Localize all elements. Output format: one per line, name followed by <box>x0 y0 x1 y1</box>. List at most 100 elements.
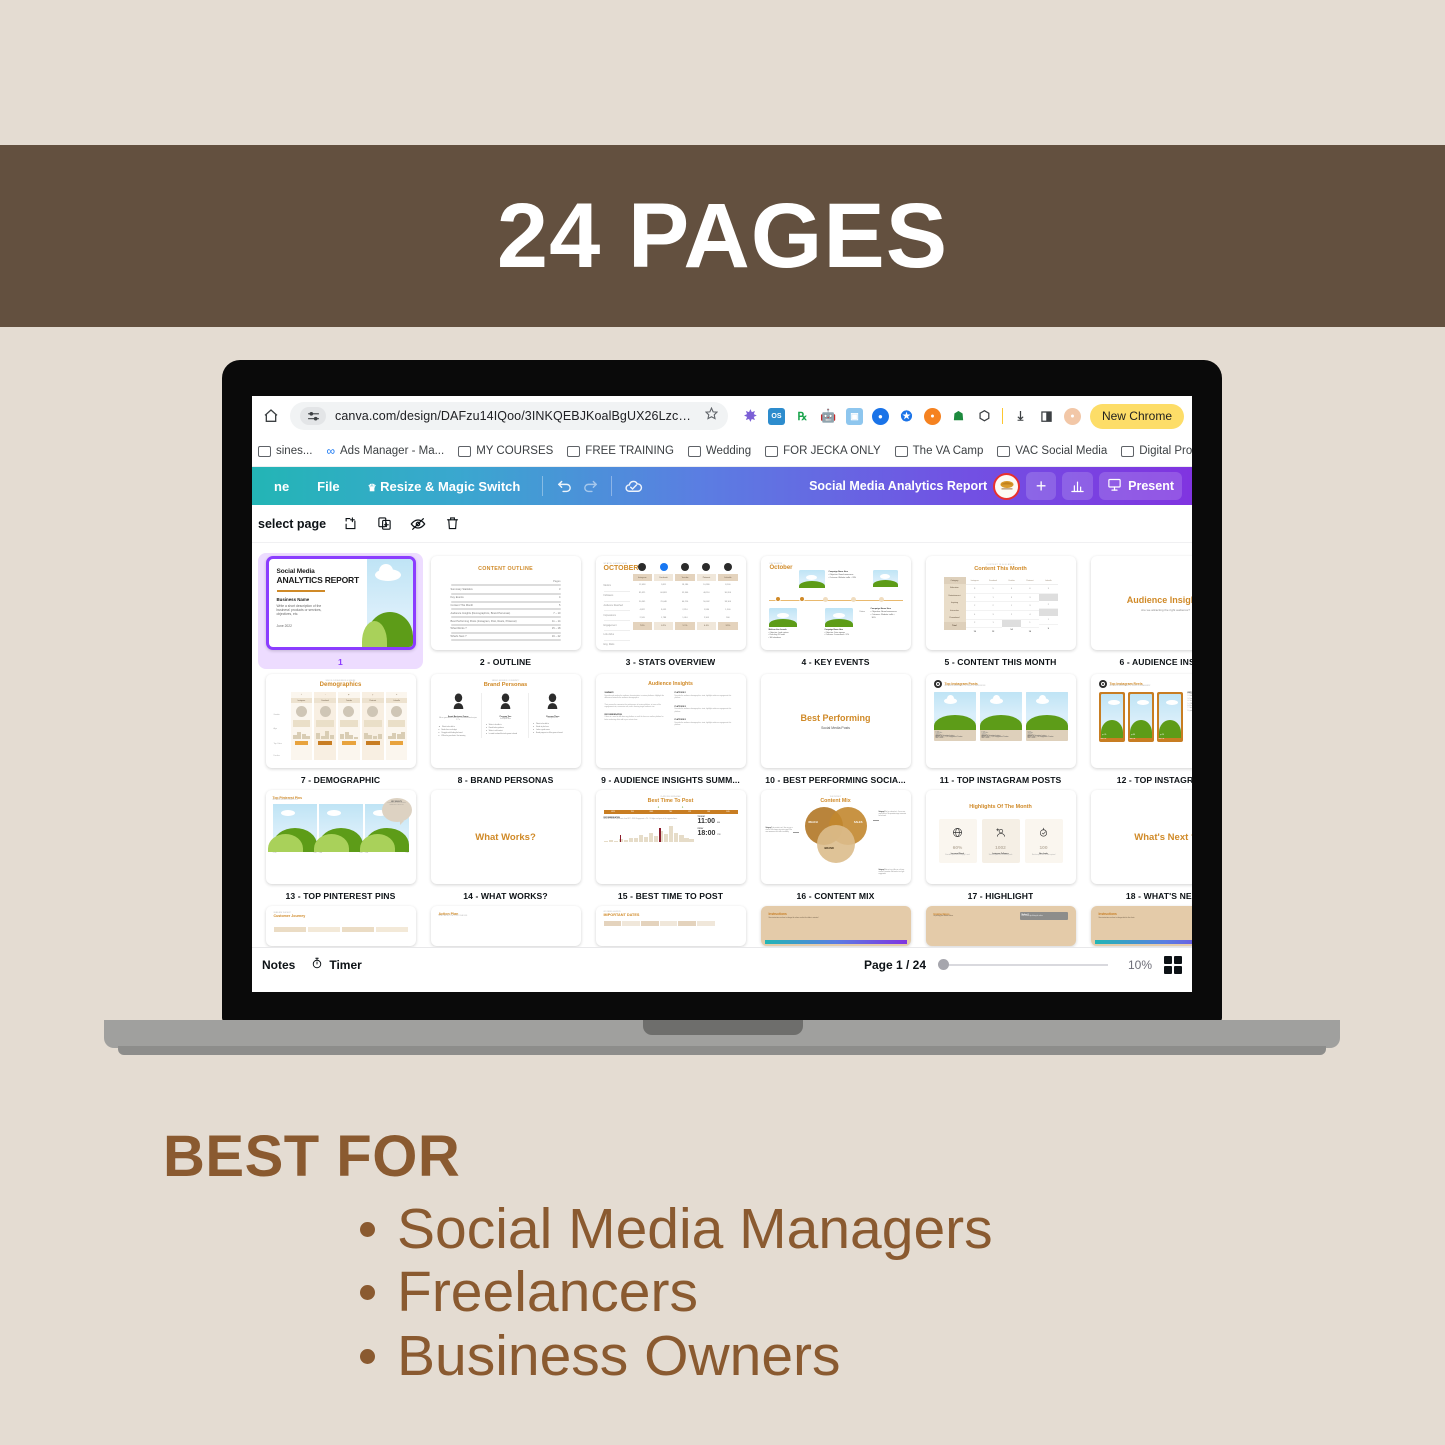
extension-gear-blue-icon[interactable]: ✪ <box>898 408 915 425</box>
page-thumbnail-24[interactable]: Instructions View instructions on how to… <box>1083 903 1192 946</box>
page-thumbnail-1[interactable]: Social Media ANALYTICS REPORT Business N… <box>258 553 423 669</box>
undo-icon[interactable] <box>551 473 577 499</box>
page-thumbnail-4[interactable]: KEY EVENTS October Campaign Name Here • O… <box>753 553 918 669</box>
stat-1: 60% <box>952 846 963 851</box>
bookmark-item[interactable]: sines... <box>258 445 312 457</box>
extension-blue-circle-icon[interactable]: ● <box>871 407 889 425</box>
page-thumbnail-12[interactable]: Top Instagram Reels BEST PERFORMING REEL… <box>1083 671 1192 785</box>
timer-button[interactable]: Timer <box>311 957 362 972</box>
hide-page-icon[interactable] <box>408 514 428 534</box>
bookmark-item-free-training[interactable]: FREE TRAINING <box>567 445 674 457</box>
page-thumbnail-22[interactable]: Instructions View instructions on how to… <box>753 903 918 946</box>
select-page-label[interactable]: select page <box>258 517 326 531</box>
page-thumb-art: WHAT ARE THE NEXT Customer Journey <box>265 906 416 946</box>
page-thumbnail-10[interactable]: Best Performing Social Media Posts 10 - … <box>753 671 918 785</box>
canva-resize-magic-switch[interactable]: ♛ Resize & Magic Switch <box>354 479 535 494</box>
insights-chart-icon[interactable] <box>1062 472 1094 500</box>
grid-view-icon[interactable] <box>1164 955 1182 974</box>
page-thumbnail-9[interactable]: Audience Insights SUMMARY Describe and a… <box>588 671 753 785</box>
content-title: Content This Month <box>974 566 1027 572</box>
page-thumb-label: 5 - CONTENT THIS MONTH <box>944 657 1057 667</box>
add-page-icon[interactable] <box>340 514 360 534</box>
page-thumbnail-21[interactable]: KEY DATES & EVENTS IMPORTANT DATES <box>588 903 753 946</box>
page-thumbnail-5[interactable]: CONTENT IN A GLANCE Content This Month C… <box>918 553 1083 669</box>
bullet-dot-icon <box>360 1285 375 1301</box>
page-thumbnail-2[interactable]: CONTENT OUTLINE Pages Summary Statistics… <box>423 553 588 669</box>
cloud-saved-icon[interactable] <box>620 473 646 499</box>
page-thumbnail-7[interactable]: WHO IS OUR AUDIENCE & WHERE Demographics… <box>258 671 423 785</box>
bookmark-item-digital-products[interactable]: Digital Products <box>1121 445 1192 457</box>
extension-puzzle-icon[interactable]: ⬡ <box>976 408 993 425</box>
page-thumbnail-19[interactable]: WHAT ARE THE NEXT Customer Journey <box>258 903 423 946</box>
side-panel-icon[interactable]: ◨ <box>1038 408 1055 425</box>
page-thumbnail-20[interactable]: Action Plan GOAL / METRICS / ACTIONS / D… <box>423 903 588 946</box>
list-item: Business Owners <box>360 1323 993 1388</box>
page-thumbnail-16[interactable]: THE PERFECT Content Mix REACH SALES BRAN… <box>753 787 918 901</box>
bookmark-star-icon[interactable] <box>704 406 719 425</box>
duplicate-page-icon[interactable] <box>374 514 394 534</box>
canva-file-menu[interactable]: File <box>303 479 353 494</box>
zoom-slider-knob[interactable] <box>938 959 949 970</box>
download-icon[interactable]: ⤓ <box>1012 408 1029 425</box>
home-icon[interactable] <box>260 405 282 427</box>
redo-icon[interactable] <box>577 473 603 499</box>
page-thumbnail-18[interactable]: What's Next ? 18 - WHAT'S NEX... <box>1083 787 1192 901</box>
page-thumbnail-14[interactable]: What Works? 14 - WHAT WORKS? <box>423 787 588 901</box>
site-settings-icon[interactable] <box>300 407 326 425</box>
new-chrome-button[interactable]: New Chrome <box>1089 403 1184 429</box>
page-thumb-art: Best Performing Social Media Posts <box>760 674 911 768</box>
avatar[interactable] <box>993 472 1021 500</box>
extension-robot-icon[interactable]: 🤖 <box>820 408 837 425</box>
folder-icon <box>765 445 779 457</box>
page-thumb-art: WHO IS OUR AUDIENCE & WHERE Demographics… <box>265 674 416 768</box>
page-thumbnail-17[interactable]: Highlights Of The Month 60% Increased Re… <box>918 787 1083 901</box>
section-title-6: Audience Insights <box>1126 594 1192 605</box>
page-thumb-art: Audience Insights SUMMARY Describe and a… <box>595 674 746 768</box>
bookmark-item-ads-manager[interactable]: ∞ Ads Manager - Ma... <box>326 444 444 458</box>
extension-rb-icon[interactable]: ℞ <box>794 408 811 425</box>
p23-sub: on picking your brand colours <box>933 916 954 917</box>
zoom-slider-track[interactable] <box>949 963 1108 966</box>
notes-button[interactable]: Notes <box>262 958 295 972</box>
timer-label: Timer <box>329 957 362 972</box>
delete-page-icon[interactable] <box>442 514 462 534</box>
zoom-percent: 10% <box>1127 957 1152 972</box>
canva-home-menu[interactable]: ne <box>260 479 303 494</box>
bookmark-label: FOR JECKA ONLY <box>783 445 881 457</box>
page-thumbnail-8[interactable]: TARGET AUDIENCE / COMMUNITY Brand Person… <box>423 671 588 785</box>
bookmarks-bar: sines... ∞ Ads Manager - Ma... MY COURSE… <box>252 436 1192 467</box>
p24-title: Instructions <box>1098 912 1117 916</box>
highlights-title: Highlights Of The Month <box>969 804 1032 810</box>
bookmark-label: Ads Manager - Ma... <box>340 445 445 457</box>
page-thumbnail-13[interactable]: Top Pinterest Pins BEST PERFORMING PINTE… <box>258 787 423 901</box>
page-thumbnail-6[interactable]: Audience Insights Are we attracting the … <box>1083 553 1192 669</box>
page-thumb-label: 16 - CONTENT MIX <box>796 891 875 901</box>
page-thumbnail-3[interactable]: STATS OVERVIEW OCTOBER Metrics Followers… <box>588 553 753 669</box>
page-thumbnail-11[interactable]: Top Instagram Posts BEST PERFORMING POST… <box>918 671 1083 785</box>
bookmark-label: sines... <box>276 445 313 457</box>
best-for-item-3: Business Owners <box>397 1323 841 1388</box>
page-thumb-art: Action Plan GOAL / METRICS / ACTIONS / D… <box>430 906 581 946</box>
extension-os-icon[interactable]: OS <box>767 407 785 425</box>
extension-photo-icon[interactable]: ▣ <box>845 407 863 425</box>
omnibox[interactable]: canva.com/design/DAFzu14IQoo/3INKQEBJKoa… <box>290 402 728 430</box>
present-button[interactable]: Present <box>1099 472 1182 500</box>
extension-asterisk-icon[interactable]: ✸ <box>742 408 759 425</box>
bookmark-item-my-courses[interactable]: MY COURSES <box>458 445 553 457</box>
page-thumbnail-23[interactable]: Instructions on picking your brand colou… <box>918 903 1083 946</box>
bookmark-item-the-va-camp[interactable]: The VA Camp <box>894 445 983 457</box>
extension-green-icon[interactable]: ☗ <box>950 408 967 425</box>
page-thumb-art: KEY EVENTS October Campaign Name Here • O… <box>760 556 911 650</box>
profile-avatar-icon[interactable]: ● <box>1063 407 1081 425</box>
design-title[interactable]: Social Media Analytics Report <box>809 479 987 493</box>
zoom-slider[interactable] <box>938 959 1108 970</box>
bookmark-item-for-jecka-only[interactable]: FOR JECKA ONLY <box>765 445 881 457</box>
page-thumbnail-15[interactable]: PLATFORM: INSTAGRAM Best Time To Post ✦ ✦… <box>588 787 753 901</box>
page-thumb-art: TARGET AUDIENCE / COMMUNITY Brand Person… <box>430 674 581 768</box>
cover-title-1: Social Media <box>276 568 315 575</box>
page-thumb-art: Top Instagram Posts BEST PERFORMING POST… <box>925 674 1076 768</box>
bookmark-item-wedding[interactable]: Wedding <box>687 445 751 457</box>
bookmark-item-vac-social-media[interactable]: VAC Social Media <box>997 445 1107 457</box>
extension-orange-circle-icon[interactable]: ● <box>923 407 941 425</box>
share-add-button[interactable]: + <box>1026 472 1057 500</box>
